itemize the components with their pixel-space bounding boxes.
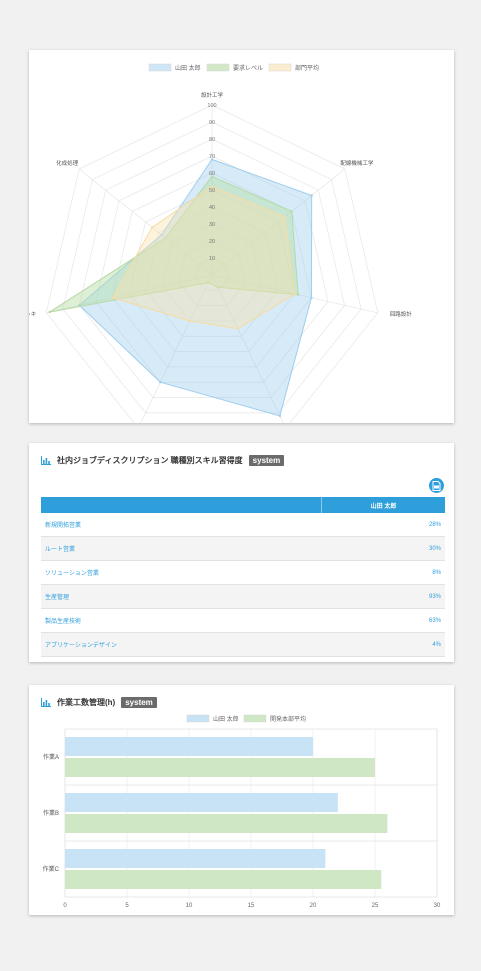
radar-point — [290, 210, 293, 213]
radar-tick-label: 20 — [209, 239, 215, 245]
radar-tick-label: 90 — [209, 120, 215, 126]
radar-tick-label: 30 — [209, 222, 215, 228]
radar-point — [296, 293, 300, 296]
radar-point — [188, 319, 192, 323]
export-button[interactable] — [429, 478, 444, 493]
radar-axis-label: 化成処理 — [56, 159, 79, 167]
radar-point — [310, 194, 313, 197]
table-row[interactable]: ソリューション営業 8% — [41, 561, 445, 585]
skill-name-link[interactable]: 新規開拓営業 — [41, 520, 318, 529]
skill-table: 山田 太郎 新規開拓営業 28% ルート営業 30% ソリューション営業 8% 生産管理 93… — [41, 497, 445, 657]
legend-label: 山田 太郎 — [213, 715, 239, 723]
bar — [65, 814, 388, 833]
legend-swatch — [148, 63, 172, 72]
skill-percent: 30% — [428, 545, 441, 552]
x-tick-label: 15 — [248, 903, 255, 909]
table-row[interactable]: ルート営業 30% — [41, 537, 445, 561]
radar-point — [150, 226, 154, 229]
skill-name-link[interactable]: ルート営業 — [41, 544, 318, 553]
work-hours-chart: 山田 太郎 開発本部平均 0 5 10 15 20 25 30 作業A 作業B 作業C — [43, 714, 441, 909]
legend-label: 要求レベル — [233, 64, 263, 72]
radar-axis-label: 配線機械工学 — [340, 159, 374, 167]
radar-tick-label: 100 — [207, 103, 216, 109]
legend-swatch — [206, 63, 230, 72]
radar-axis-label: メッキ — [29, 312, 36, 318]
radar-point — [283, 215, 287, 218]
radar-tick-label: 70 — [209, 154, 215, 160]
radar-tick-label: 50 — [209, 188, 215, 194]
system-badge: system — [248, 455, 285, 466]
table-row[interactable]: 製品生産技術 63% — [41, 609, 445, 633]
radar-axis-label: 回路設計 — [390, 310, 413, 318]
skill-name-link[interactable]: ソリューション営業 — [41, 568, 318, 577]
x-tick-label: 10 — [186, 903, 193, 909]
x-tick-label: 25 — [372, 903, 379, 909]
radar-tick-label: 10 — [209, 256, 215, 262]
radar-point — [293, 292, 297, 296]
table-card-title-text: 社内ジョブディスクリプション 職種別スキル習得度 — [57, 456, 243, 465]
radar-point — [236, 327, 240, 330]
skill-percent: 28% — [428, 521, 441, 528]
radar-axis-label: 設計工学 — [201, 91, 224, 99]
skill-name-link[interactable]: 生産管理 — [41, 592, 318, 601]
skill-percent: 93% — [428, 593, 441, 600]
y-category-label: 作業B — [43, 809, 59, 817]
legend-label: 開発本部平均 — [270, 715, 306, 723]
bar-chart-icon — [41, 456, 51, 465]
skill-radar-card: 山田 太郎 要求レベル 部門平均 10 20 30 40 50 60 70 80 90 100 設計工学配… — [20, 50, 454, 440]
bar — [65, 849, 326, 868]
radar-point — [48, 310, 51, 314]
radar-tick-label: 80 — [209, 137, 215, 143]
legend-swatch — [243, 714, 267, 723]
skill-name-link[interactable]: アプリケーションデザイン — [41, 640, 318, 649]
y-category-label: 作業A — [43, 753, 59, 761]
table-row[interactable]: アプリケーションデザイン 4% — [41, 633, 445, 657]
x-tick-label: 0 — [63, 903, 67, 909]
table-header-user: 山田 太郎 — [321, 497, 445, 513]
skill-percent: 4% — [432, 641, 441, 648]
table-body: 新規開拓営業 28% ルート営業 30% ソリューション営業 8% 生産管理 93% 製品生産技… — [41, 513, 445, 657]
table-header-row: 山田 太郎 — [41, 497, 445, 513]
radar-point — [310, 296, 313, 299]
bar — [65, 737, 313, 756]
legend-label: 山田 太郎 — [175, 64, 201, 72]
bar — [65, 870, 382, 889]
x-tick-label: 5 — [125, 903, 129, 909]
table-row[interactable]: 生産管理 93% — [41, 585, 445, 609]
legend-swatch — [268, 63, 292, 72]
legend-swatch — [186, 714, 210, 723]
x-tick-label: 30 — [434, 903, 441, 909]
skill-name-link[interactable]: 製品生産技術 — [41, 616, 318, 625]
skill-percent: 8% — [432, 569, 441, 576]
radar-tick-label: 60 — [209, 171, 215, 177]
table-row[interactable]: 新規開拓営業 28% — [41, 513, 445, 537]
x-tick-label: 20 — [310, 903, 317, 909]
document-export-icon — [432, 480, 441, 491]
radar-point — [111, 296, 114, 299]
bar — [65, 793, 338, 812]
skill-table-card: 社内ジョブディスクリプション 職種別スキル習得度 system 山田 太郎 新規… — [29, 443, 454, 662]
radar-point — [278, 414, 282, 418]
table-card-title: 社内ジョブディスクリプション 職種別スキル習得度 system — [41, 455, 285, 466]
legend-label: 部門平均 — [295, 64, 319, 72]
skill-radar-chart: 山田 太郎 要求レベル 部門平均 10 20 30 40 50 60 70 80 90 100 設計工学配… — [20, 63, 413, 440]
radar-tick-label: 40 — [209, 205, 215, 211]
work-hours-card: 作業工数管理(h) system 山田 太郎 開発本部平均 0 5 10 15 20 25 30… — [29, 685, 454, 915]
y-category-label: 作業C — [43, 865, 60, 873]
bar — [65, 758, 375, 777]
radar-point — [159, 381, 162, 384]
skill-percent: 63% — [428, 617, 441, 624]
